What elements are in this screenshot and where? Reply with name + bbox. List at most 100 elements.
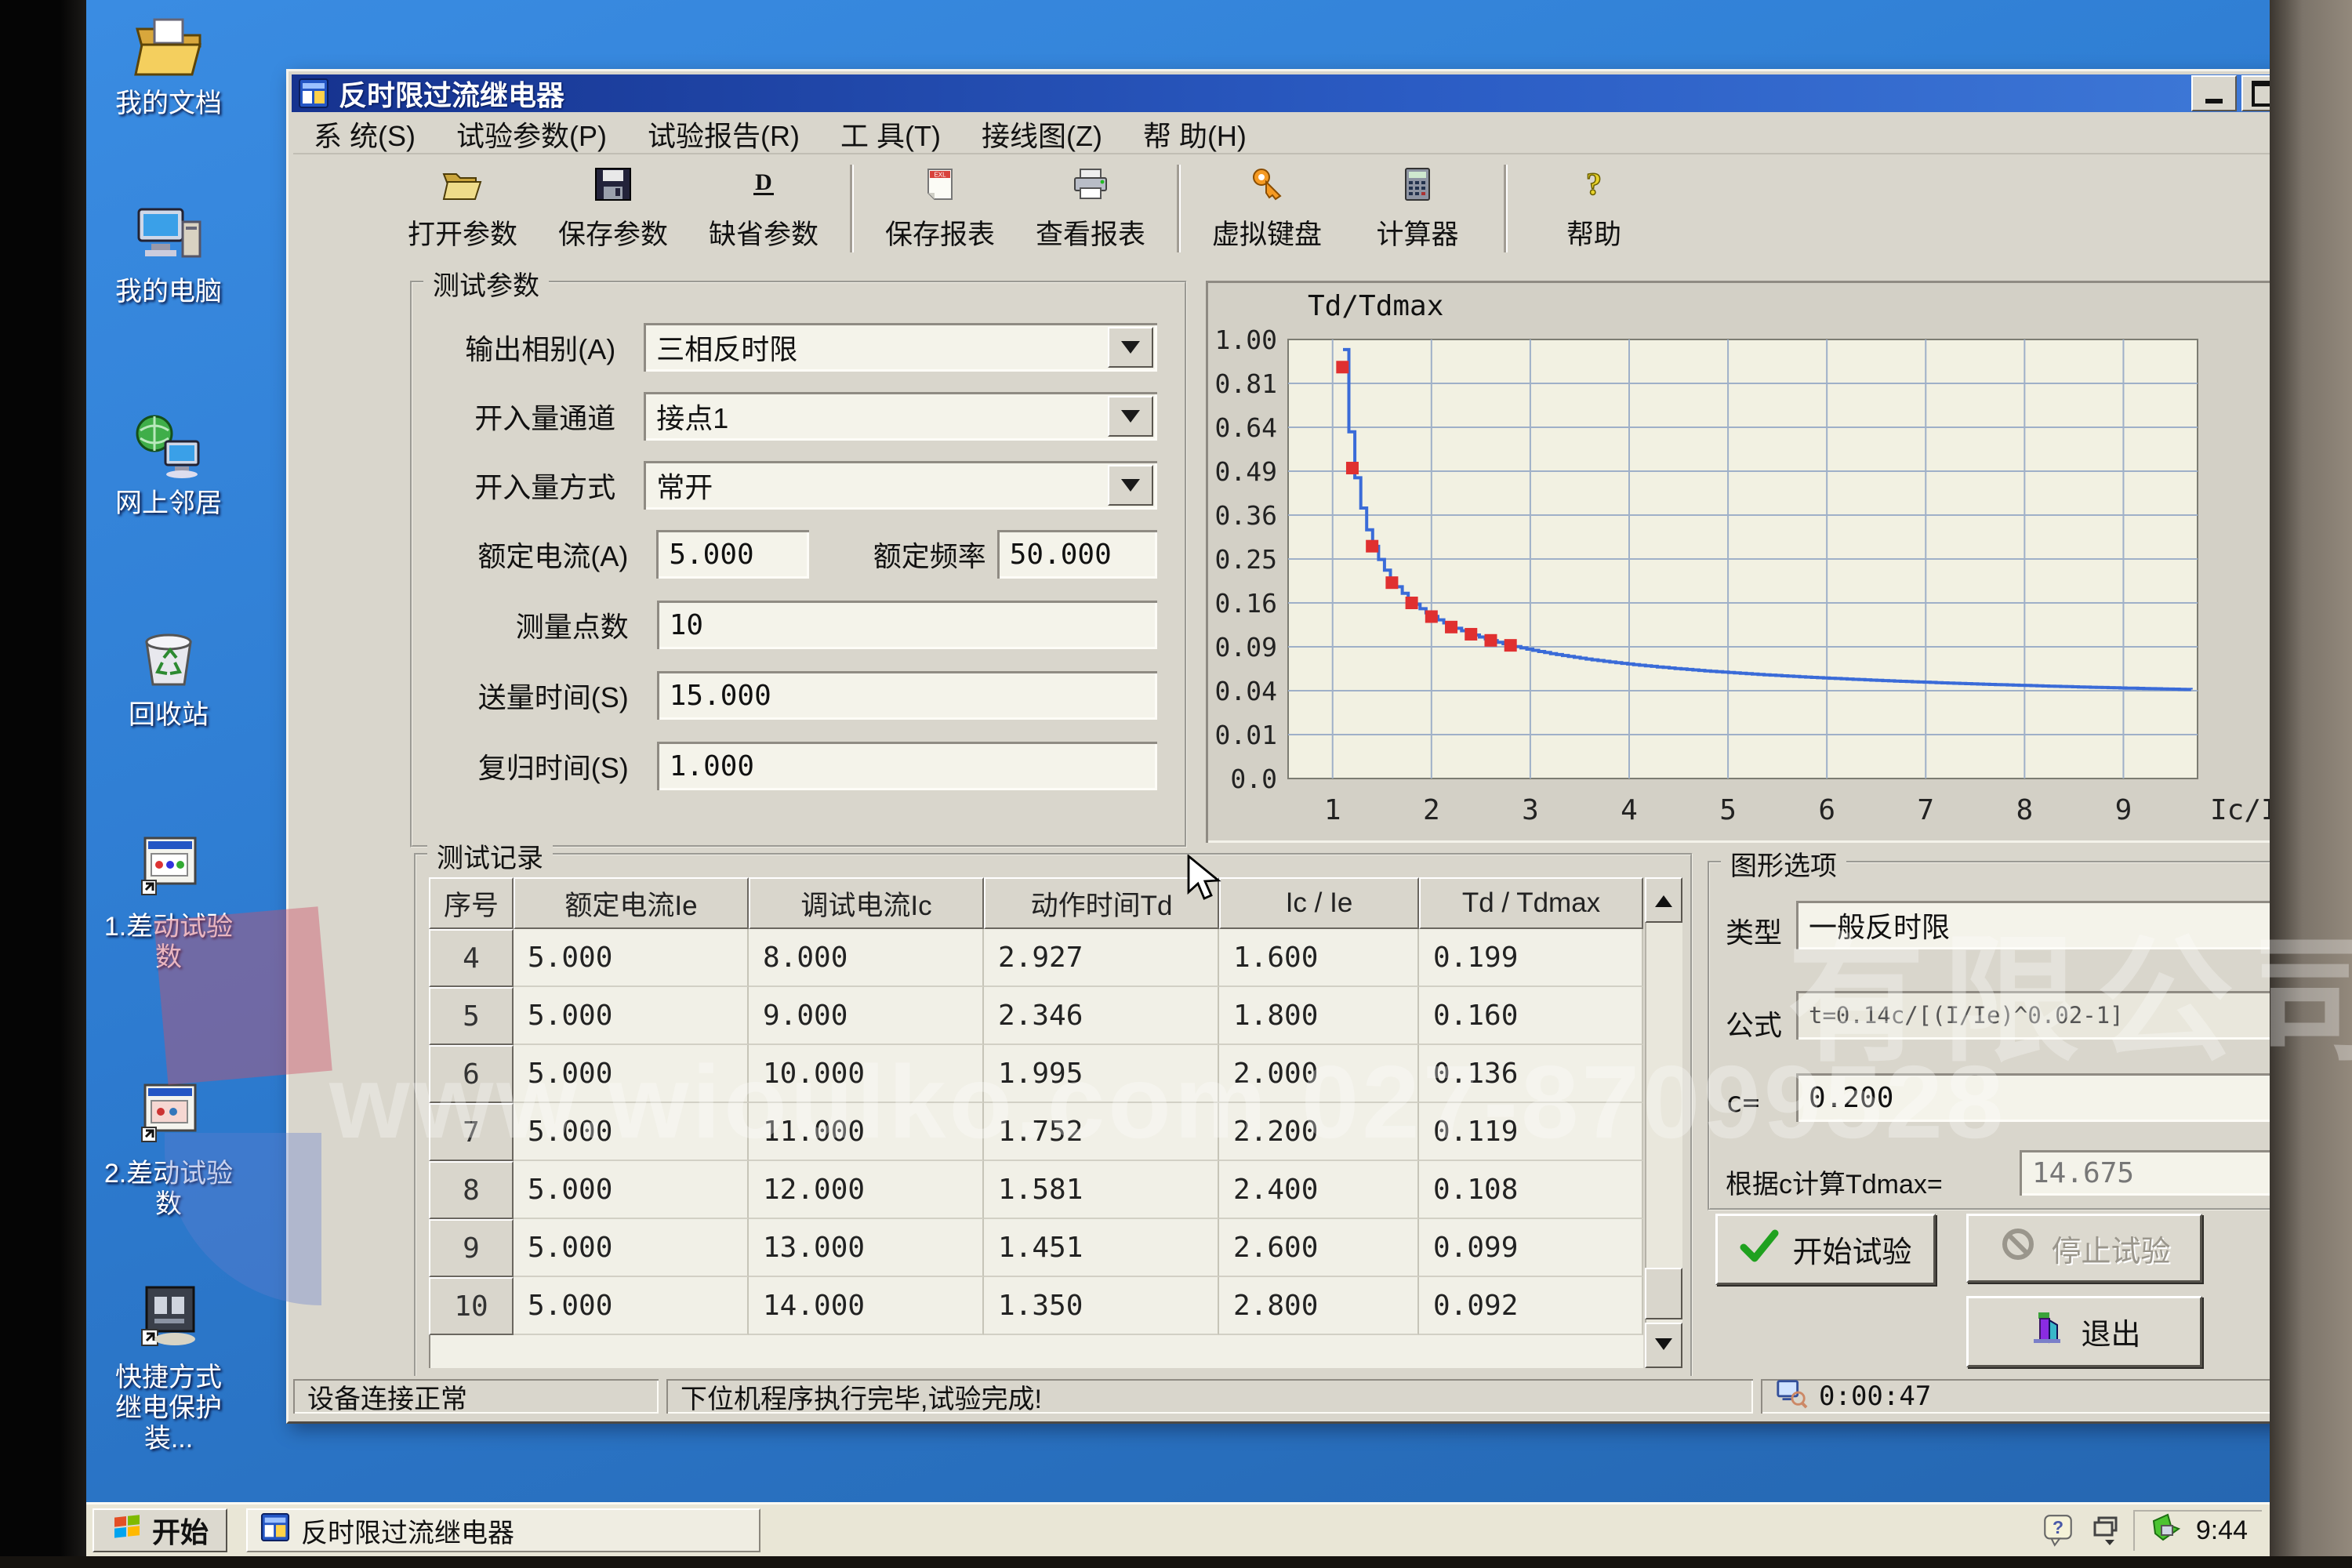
column-header-4[interactable]: Ic / Ie bbox=[1219, 877, 1419, 929]
menu-item-2[interactable]: 试验报告(R) bbox=[627, 114, 820, 154]
system-tray: 9:44 bbox=[2133, 1510, 2262, 1551]
rated-current-field[interactable]: 5.000 bbox=[656, 530, 809, 579]
row-number: 10 bbox=[429, 1277, 514, 1335]
svg-text:0.49: 0.49 bbox=[1215, 456, 1277, 487]
column-header-5[interactable]: Td / Tdmax bbox=[1419, 877, 1643, 929]
desktop-icon-5[interactable]: 2.差动试验数 bbox=[102, 1074, 235, 1220]
menu-item-0[interactable]: 系 统(S) bbox=[293, 114, 436, 154]
default-params-icon: D bbox=[742, 165, 785, 208]
table-row[interactable]: 95.00013.0001.4512.6000.099 bbox=[429, 1219, 1643, 1277]
scroll-up-button[interactable] bbox=[1645, 877, 1682, 923]
minimize-button[interactable] bbox=[2191, 75, 2237, 111]
cell: 2.400 bbox=[1219, 1161, 1419, 1219]
svg-text:0.0: 0.0 bbox=[1230, 764, 1277, 794]
table-row[interactable]: 85.00012.0001.5812.4000.108 bbox=[429, 1161, 1643, 1219]
toolbar-button-1[interactable]: 保存参数 bbox=[538, 159, 688, 258]
table-row[interactable]: 105.00014.0001.3502.8000.092 bbox=[429, 1277, 1643, 1335]
taskbar: 开始 反时限过流继电器 ? 9:44 bbox=[86, 1502, 2270, 1556]
toolbar-button-4[interactable]: EXL保存报表 bbox=[865, 159, 1015, 258]
table-row[interactable]: 75.00011.0001.7522.2000.119 bbox=[429, 1103, 1643, 1161]
svg-text:0.25: 0.25 bbox=[1215, 544, 1277, 575]
start-button[interactable]: 开始 bbox=[93, 1508, 227, 1552]
desktop: 我的文档我的电脑网上邻居回收站 1.差动试验数 2.差动试验数快捷方式 继电保护装.… bbox=[86, 0, 2270, 1556]
desktop-icon-6[interactable]: 快捷方式 继电保护装... bbox=[102, 1278, 235, 1454]
input-mode-select[interactable]: 常开 bbox=[644, 461, 1157, 510]
toolbar-button-7[interactable]: 虚拟键盘 bbox=[1192, 159, 1342, 258]
cell: 8.000 bbox=[749, 929, 984, 987]
table-row[interactable]: 65.00010.0001.9952.0000.136 bbox=[429, 1045, 1643, 1103]
group-title: 测试参数 bbox=[423, 264, 549, 303]
cell: 5.000 bbox=[514, 929, 749, 987]
windows-logo-icon bbox=[111, 1512, 143, 1550]
chevron-down-icon[interactable] bbox=[1108, 396, 1153, 437]
table-scrollbar[interactable] bbox=[1645, 877, 1682, 1368]
svg-text:?: ? bbox=[1586, 166, 1602, 201]
desktop-icon-1[interactable]: 我的电脑 bbox=[102, 192, 235, 307]
app-icon bbox=[260, 1512, 290, 1549]
c-value-field[interactable]: 0.200 bbox=[1796, 1073, 2350, 1122]
start-test-button[interactable]: 开始试验 bbox=[1715, 1214, 1936, 1285]
toolbar-button-10[interactable]: ?帮助 bbox=[1519, 159, 1669, 258]
desktop-icon-label: 我的文档 bbox=[102, 89, 235, 119]
column-header-3[interactable]: 动作时间Td bbox=[984, 877, 1219, 929]
desktop-icon-4[interactable]: 1.差动试验数 bbox=[102, 827, 235, 973]
toolbar-button-2[interactable]: D缺省参数 bbox=[688, 159, 839, 258]
photo-stage: 我的文档我的电脑网上邻居回收站 1.差动试验数 2.差动试验数快捷方式 继电保护装.… bbox=[0, 0, 2352, 1568]
desktop-icon-label: 我的电脑 bbox=[102, 277, 235, 307]
app-shortcut2-icon bbox=[102, 1074, 235, 1152]
relay-shortcut-icon bbox=[102, 1278, 235, 1356]
measure-points-field[interactable]: 10 bbox=[657, 601, 1157, 649]
menu-item-5[interactable]: 帮 助(H) bbox=[1123, 114, 1267, 154]
scroll-thumb[interactable] bbox=[1645, 1268, 1682, 1319]
output-phase-select[interactable]: 三相反时限 bbox=[644, 323, 1157, 372]
cell: 1.350 bbox=[984, 1277, 1219, 1335]
cell: 5.000 bbox=[514, 1277, 749, 1335]
svg-text:0.16: 0.16 bbox=[1215, 588, 1277, 619]
table-row[interactable]: 45.0008.0002.9271.6000.199 bbox=[429, 929, 1643, 987]
timer-value: 0:00:47 bbox=[1819, 1381, 1931, 1412]
help-bubble-icon[interactable]: ? bbox=[2033, 1510, 2083, 1551]
toolbar-button-8[interactable]: 计算器 bbox=[1342, 159, 1493, 258]
formula-field[interactable]: t=0.14c/[(I/Ie)^0.02-1] bbox=[1796, 991, 2350, 1040]
menu-item-3[interactable]: 工 具(T) bbox=[820, 114, 961, 154]
input-channel-select[interactable]: 接点1 bbox=[644, 392, 1157, 441]
td-tdmax-chart: 1234567891.000.810.640.490.360.250.160.0… bbox=[1206, 281, 2327, 843]
input-mode-value: 常开 bbox=[656, 465, 713, 506]
chevron-down-icon[interactable] bbox=[1108, 465, 1153, 506]
graph-options-group: 图形选项 类型 一般反时限 公式 t=0.14c/[(I/Ie)^0.02-1]… bbox=[1708, 861, 2351, 1210]
param-row-output-phase: 输出相别(A)三相反时限 bbox=[444, 321, 1157, 374]
monitor-bezel-bottom bbox=[0, 1556, 2352, 1568]
reset-time-field[interactable]: 1.000 bbox=[657, 742, 1157, 790]
desktop-icon-2[interactable]: 网上邻居 bbox=[102, 404, 235, 519]
svg-text:Td/Tdmax: Td/Tdmax bbox=[1308, 290, 1443, 322]
chevron-down-icon[interactable] bbox=[1108, 327, 1153, 368]
menu-item-4[interactable]: 接线图(Z) bbox=[961, 114, 1123, 154]
device-status: 设备连接正常 bbox=[293, 1379, 659, 1414]
curve-type-select[interactable]: 一般反时限 bbox=[1796, 901, 2352, 949]
column-header-1[interactable]: 额定电流Ie bbox=[514, 877, 749, 929]
toolbar-button-label: 保存参数 bbox=[558, 212, 668, 252]
stop-test-button[interactable]: 停止试验 bbox=[1966, 1214, 2202, 1283]
app-shortcut-icon bbox=[102, 827, 235, 906]
desktop-icon-0[interactable]: 我的文档 bbox=[102, 4, 235, 119]
taskbar-item-app[interactable]: 反时限过流继电器 bbox=[246, 1508, 760, 1552]
scroll-down-button[interactable] bbox=[1645, 1323, 1682, 1368]
desktop-icon-label: 回收站 bbox=[102, 700, 235, 731]
row-number: 7 bbox=[429, 1103, 514, 1161]
table-row[interactable]: 55.0009.0002.3461.8000.160 bbox=[429, 987, 1643, 1045]
column-header-2[interactable]: 调试电流Ic bbox=[749, 877, 984, 929]
cell: 5.000 bbox=[514, 1045, 749, 1103]
desktop-icon-3[interactable]: 回收站 bbox=[102, 615, 235, 731]
exit-button[interactable]: 退出 bbox=[1966, 1296, 2202, 1367]
svg-text:EXL: EXL bbox=[934, 172, 946, 179]
inject-time-field[interactable]: 15.000 bbox=[657, 671, 1157, 720]
title-bar[interactable]: 反时限过流继电器 ✕ bbox=[292, 74, 2343, 112]
toolbar-button-0[interactable]: 打开参数 bbox=[387, 159, 538, 258]
cell: 5.000 bbox=[514, 1219, 749, 1277]
column-header-0[interactable]: 序号 bbox=[429, 877, 514, 929]
rated-frequency-field[interactable]: 50.000 bbox=[997, 530, 1157, 579]
monitor-bezel-left bbox=[0, 0, 86, 1568]
menu-item-1[interactable]: 试验参数(P) bbox=[436, 114, 627, 154]
show-desktop-icon[interactable] bbox=[2083, 1510, 2133, 1551]
toolbar-button-5[interactable]: 查看报表 bbox=[1015, 159, 1166, 258]
